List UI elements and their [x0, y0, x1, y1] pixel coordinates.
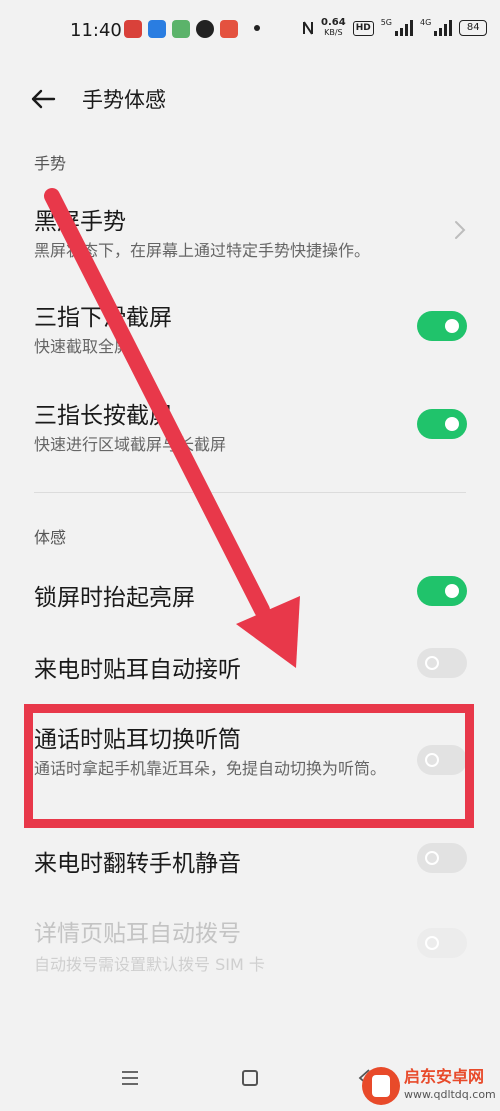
section-divider — [34, 492, 466, 493]
toggle-knob — [425, 656, 439, 670]
network-speed: 0.64 KB/S — [321, 18, 346, 38]
hd-badge: HD — [352, 20, 374, 36]
status-bar: 11:40 0.64 KB/S HD 5G 4G 84 — [0, 0, 500, 64]
network-speed-value: 0.64 — [321, 17, 346, 28]
setting-title: 详情页贴耳自动拨号 — [34, 921, 241, 947]
home-icon[interactable] — [242, 1070, 258, 1086]
nfc-icon — [303, 21, 313, 35]
annotation-highlight-box — [24, 704, 474, 828]
ear-auto-dial-toggle — [417, 928, 467, 958]
app-notification-icon — [148, 20, 166, 38]
app-notification-icon — [172, 20, 190, 38]
notification-icons — [124, 20, 238, 38]
page-title: 手势体感 — [82, 88, 166, 112]
flip-to-mute-toggle[interactable] — [417, 843, 467, 873]
setting-subtitle: 快速截取全屏 — [34, 337, 131, 356]
watermark-logo-icon — [362, 1067, 400, 1105]
toggle-knob — [445, 319, 459, 333]
setting-title: 来电时贴耳自动接听 — [34, 657, 241, 683]
section-label-gesture: 手势 — [34, 154, 67, 173]
toggle-knob — [425, 851, 439, 865]
watermark-name: 启东安卓网 — [404, 1067, 485, 1086]
back-arrow-icon[interactable] — [28, 84, 58, 114]
setting-row-blackscreen-gesture[interactable]: 黑屏手势 黑屏状态下，在屏幕上通过特定手势快捷操作。 — [0, 190, 500, 270]
setting-subtitle: 自动拨号需设置默认拨号 SIM 卡 — [34, 955, 265, 974]
section-label-motion: 体感 — [34, 528, 67, 547]
watermark-text: 启东安卓网 www.qdltdq.com — [404, 1068, 496, 1104]
three-finger-press-toggle[interactable] — [417, 409, 467, 439]
toggle-knob — [425, 936, 439, 950]
setting-title: 锁屏时抬起亮屏 — [34, 585, 195, 611]
setting-subtitle: 快速进行区域截屏与长截屏 — [34, 435, 227, 454]
app-notification-icon — [196, 20, 214, 38]
setting-title: 黑屏手势 — [34, 209, 126, 235]
chevron-right-icon — [455, 221, 466, 239]
toggle-knob — [445, 417, 459, 431]
status-time: 11:40 — [70, 20, 122, 41]
page-header: 手势体感 — [0, 70, 500, 126]
setting-title: 来电时翻转手机静音 — [34, 851, 241, 877]
battery-icon: 84 — [459, 20, 488, 36]
network-speed-unit: KB/S — [324, 28, 343, 37]
toggle-knob — [445, 584, 459, 598]
more-notifications-icon — [254, 25, 260, 31]
watermark-url: www.qdltdq.com — [404, 1088, 496, 1101]
ear-auto-answer-toggle[interactable] — [417, 648, 467, 678]
status-indicators: 0.64 KB/S HD 5G 4G 84 — [302, 17, 488, 38]
three-finger-swipe-toggle[interactable] — [417, 311, 467, 341]
sim1-signal-icon — [395, 20, 413, 36]
setting-title: 三指下滑截屏 — [34, 305, 172, 331]
sim2-signal-icon — [434, 20, 453, 36]
raise-to-wake-toggle[interactable] — [417, 576, 467, 606]
app-notification-icon — [124, 20, 142, 38]
sim2-network-label: 4G — [420, 17, 432, 27]
setting-title: 三指长按截屏 — [34, 403, 172, 429]
setting-subtitle: 黑屏状态下，在屏幕上通过特定手势快捷操作。 — [34, 241, 371, 260]
recent-apps-icon[interactable] — [120, 1070, 140, 1086]
site-watermark: 启东安卓网 www.qdltdq.com — [362, 1067, 496, 1105]
sim1-network-label: 5G — [380, 17, 392, 27]
app-notification-icon — [220, 20, 238, 38]
